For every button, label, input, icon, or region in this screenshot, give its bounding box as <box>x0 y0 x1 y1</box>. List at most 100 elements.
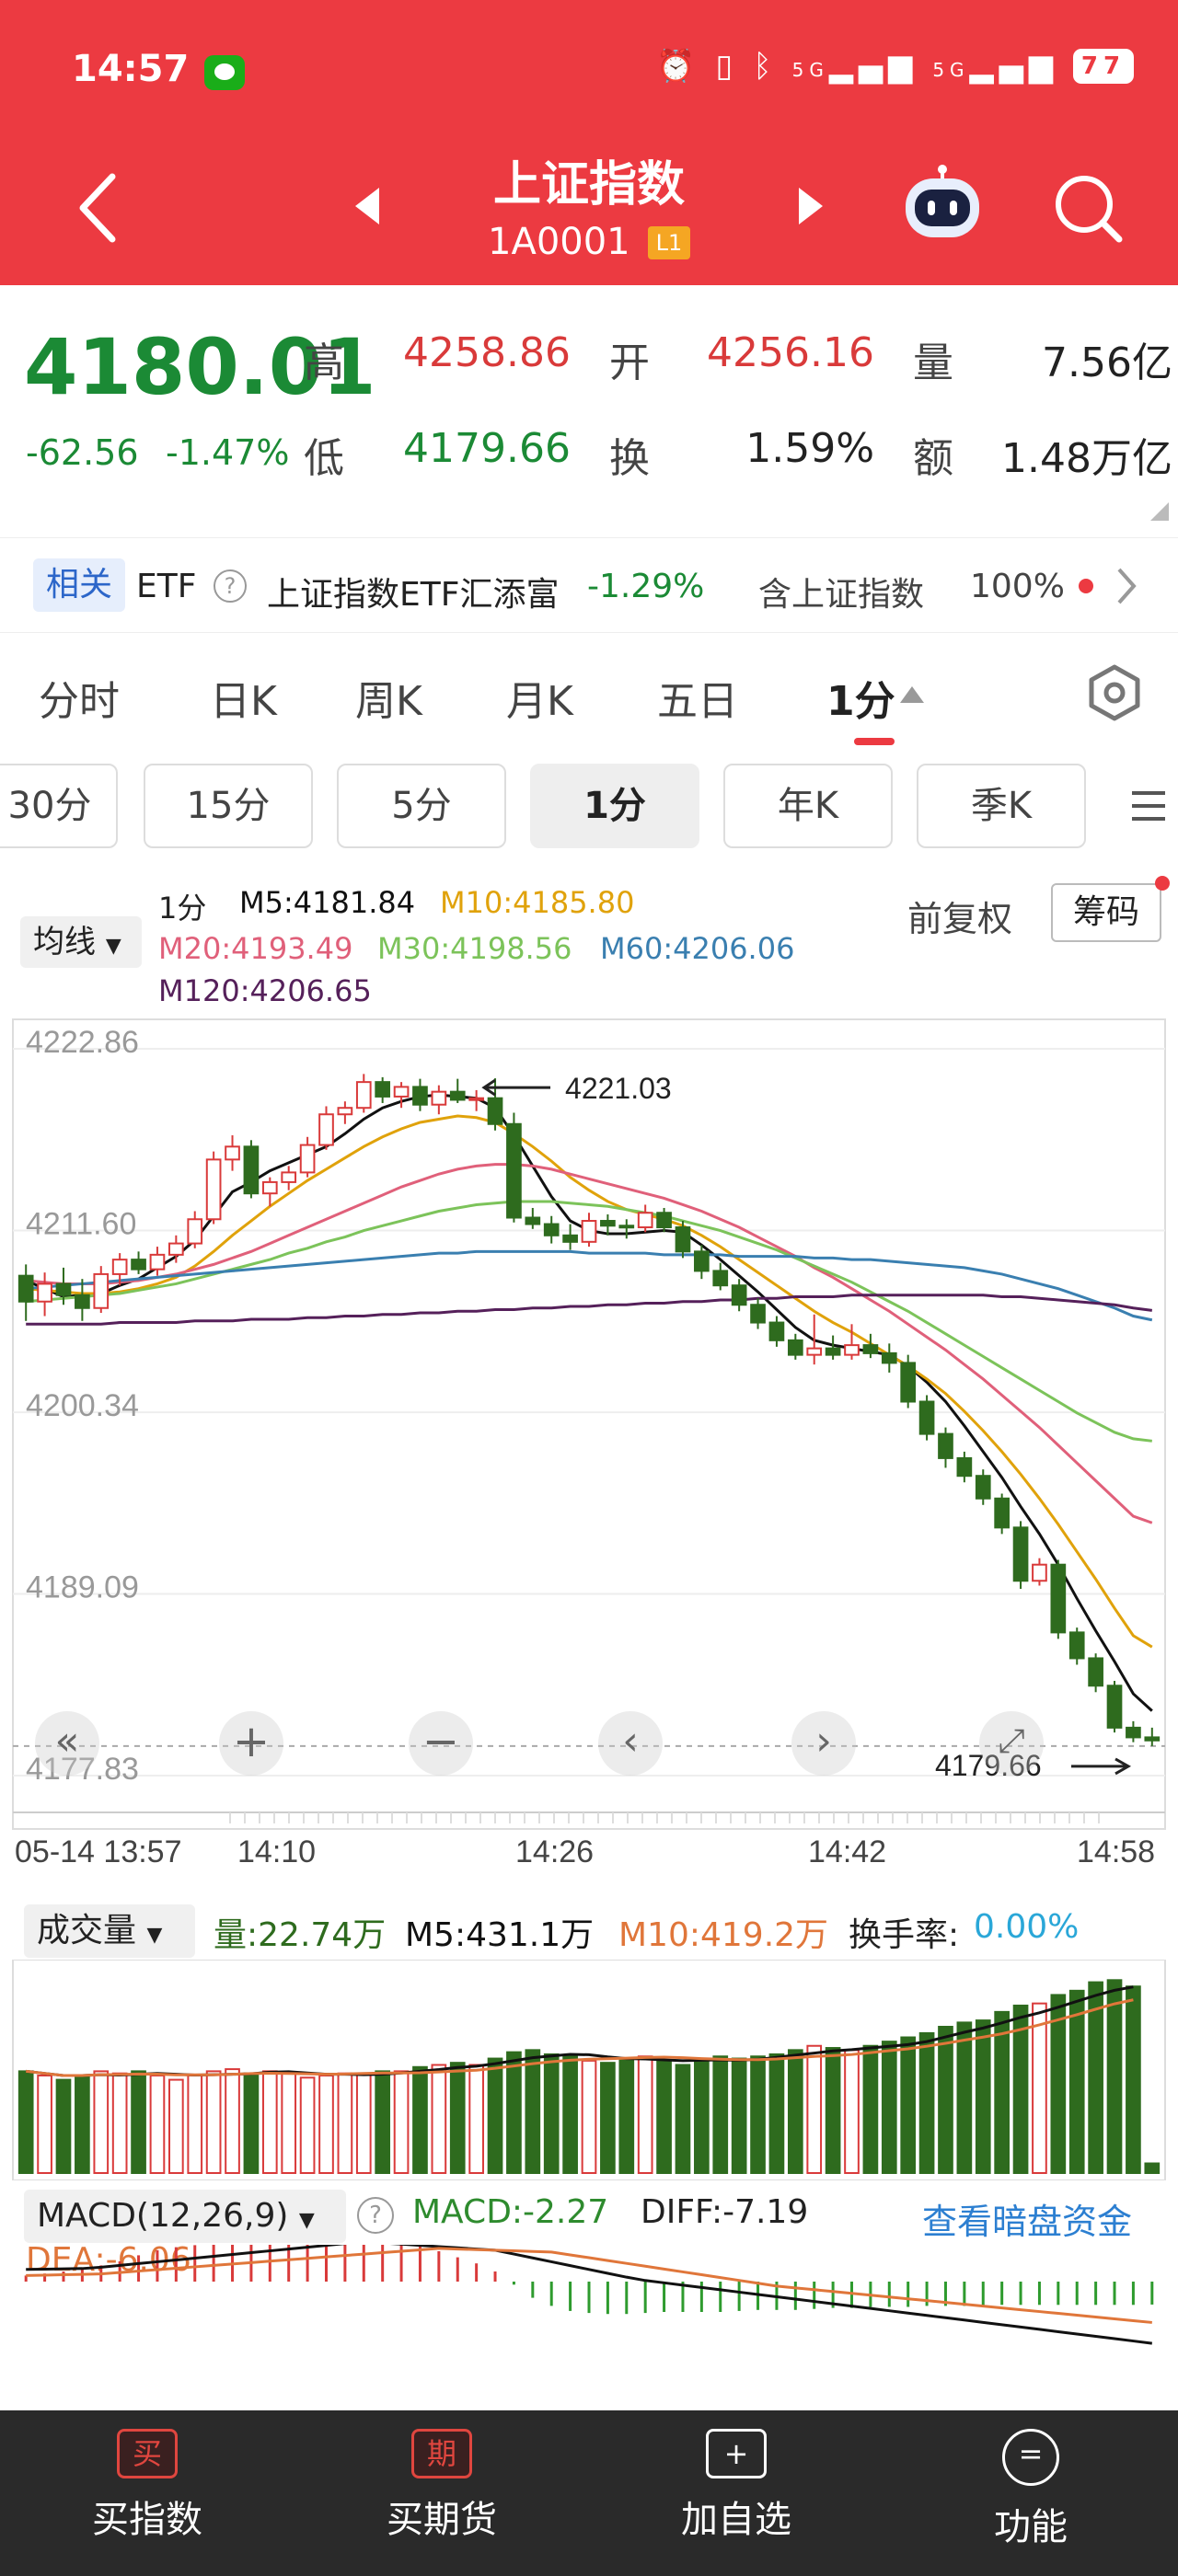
expand-corner-icon[interactable] <box>1150 502 1169 521</box>
ma120-value: M120:4206.65 <box>158 973 372 1008</box>
scroll-right-icon[interactable]: › <box>791 1711 856 1776</box>
candle <box>694 1250 710 1272</box>
nav-label-add-watchlist: 加自选 <box>681 2499 791 2541</box>
volume-bar <box>168 2078 184 2174</box>
x-tick-label: 14:26 <box>515 1834 594 1869</box>
macd-help-icon[interactable]: ? <box>357 2197 394 2234</box>
candle <box>393 1086 410 1098</box>
price-change-percent: -1.47% <box>166 432 290 473</box>
robot-assistant-icon[interactable] <box>900 164 985 247</box>
nav-buy-index[interactable]: 买 买指数 <box>55 2429 239 2543</box>
tab-intraday[interactable]: 分时 <box>39 668 120 727</box>
bottom-nav: 买 买指数 期 买期货 + 加自选 = 功能 <box>0 2410 1178 2576</box>
candle <box>449 1090 466 1101</box>
nav-functions[interactable]: = 功能 <box>939 2429 1123 2550</box>
volume-bar <box>975 2019 991 2174</box>
volume-bar <box>787 2049 803 2174</box>
candle <box>318 1113 334 1146</box>
indicator-selector[interactable]: 均线 ▼ <box>20 916 142 968</box>
candle <box>412 1086 428 1106</box>
candle <box>731 1284 747 1306</box>
macd-chart[interactable] <box>0 2245 1178 2410</box>
menu-icon[interactable] <box>1130 788 1167 824</box>
volume-bar <box>600 2062 616 2174</box>
volume-bar <box>768 2053 785 2174</box>
volume-bar <box>431 2064 447 2174</box>
volume-bar <box>337 2072 353 2174</box>
nav-buy-futures[interactable]: 期 买期货 <box>350 2429 534 2543</box>
search-icon[interactable] <box>1051 171 1125 245</box>
zoom-out-icon[interactable]: − <box>409 1711 473 1776</box>
candle <box>900 1362 917 1403</box>
candle <box>93 1272 110 1309</box>
related-etf-strip[interactable]: 相关 ETF ? 上证指数ETF汇添富 -1.29% 含上证指数 100% <box>0 537 1178 633</box>
tab-daily-k[interactable]: 日K <box>210 668 277 727</box>
functions-icon: = <box>1002 2429 1059 2486</box>
candle <box>994 1497 1010 1529</box>
candle <box>487 1097 503 1125</box>
volume-bar <box>355 2072 372 2174</box>
candle <box>243 1145 260 1195</box>
chart-frame <box>12 1018 1166 1830</box>
period-15min-button[interactable]: 15分 <box>144 764 313 848</box>
period-year-k-button[interactable]: 年K <box>723 764 893 848</box>
candle <box>225 1145 240 1161</box>
etf-change: -1.29% <box>587 568 705 605</box>
chip-distribution-button[interactable]: 筹码 <box>1051 883 1161 942</box>
period-5min-button[interactable]: 5分 <box>337 764 506 848</box>
low-value: 4179.66 <box>403 425 571 472</box>
tab-weekly-k[interactable]: 周K <box>355 668 422 727</box>
candle <box>918 1400 935 1435</box>
next-stock-arrow-icon[interactable] <box>797 186 825 226</box>
etf-name: 上证指数ETF汇添富 <box>267 576 560 614</box>
tab-monthly-k[interactable]: 月K <box>506 668 573 727</box>
adjust-mode[interactable]: 前复权 <box>907 891 1012 941</box>
volume-chart[interactable] <box>0 1960 1178 2180</box>
fullscreen-icon[interactable]: ⤢ <box>979 1711 1044 1776</box>
high-value: 4258.86 <box>403 329 571 376</box>
app-root: 14:57 ⏰ ▯ ᛒ 5G▂▄▆ 5G▂▄▆ 77 上证指数 1A0001 L… <box>0 0 1178 2576</box>
help-icon[interactable]: ? <box>214 569 247 603</box>
candle <box>956 1456 973 1478</box>
candle <box>375 1081 391 1098</box>
volume-bar <box>412 2065 428 2174</box>
scroll-left-fast-icon[interactable]: « <box>35 1711 99 1776</box>
volume-bar <box>243 2072 260 2174</box>
signal-icon-2: 5G▂▄▆ <box>932 48 1058 85</box>
period-30min-button[interactable]: 30分 <box>0 764 118 848</box>
candlestick-chart[interactable]: 4222.864211.604200.344189.094177.834221.… <box>0 1012 1178 2015</box>
dark-pool-funds-link[interactable]: 查看暗盘资金 <box>922 2193 1132 2244</box>
tab-1min[interactable]: 1分 <box>826 668 895 727</box>
x-tick-label: 05-14 13:57 <box>15 1834 182 1869</box>
settings-hexagon-icon[interactable] <box>1086 664 1143 721</box>
buy-index-icon: 买 <box>117 2429 178 2478</box>
volume-bar <box>712 2055 729 2174</box>
candle <box>581 1220 597 1243</box>
volume-bar <box>918 2031 935 2174</box>
macd-indicator-selector[interactable]: MACD(12,26,9) ▼ <box>24 2190 346 2243</box>
volume-bar <box>543 2053 560 2174</box>
scroll-left-icon[interactable]: ‹ <box>598 1711 663 1776</box>
x-tick-label: 14:10 <box>237 1834 316 1869</box>
chevron-right-icon[interactable] <box>1115 566 1138 606</box>
zoom-in-icon[interactable]: + <box>219 1711 283 1776</box>
etf-label: ETF <box>136 568 197 605</box>
nav-label-buy-futures: 买期货 <box>387 2499 497 2541</box>
period-quarter-k-button[interactable]: 季K <box>917 764 1086 848</box>
candle <box>1088 1657 1103 1687</box>
period-label: 1分 <box>158 891 207 926</box>
ma-line-m10 <box>26 1114 1153 1649</box>
volume-bar <box>938 2026 953 2174</box>
nav-label-functions: 功能 <box>994 2506 1068 2548</box>
caret-up-icon[interactable] <box>898 684 926 705</box>
status-icons: ⏰ ▯ ᛒ 5G▂▄▆ 5G▂▄▆ 77 <box>656 48 1134 85</box>
candle <box>525 1216 541 1225</box>
nav-add-watchlist[interactable]: + 加自选 <box>644 2429 828 2543</box>
tab-five-day[interactable]: 五日 <box>657 668 738 727</box>
ma-line-m120 <box>26 1294 1152 1326</box>
chip-red-dot <box>1155 876 1170 891</box>
period-1min-button[interactable]: 1分 <box>530 764 699 848</box>
volume-indicator-selector[interactable]: 成交量 ▼ <box>24 1904 195 1958</box>
volume-bar <box>1126 1985 1141 2174</box>
volume-bar <box>37 2075 52 2174</box>
